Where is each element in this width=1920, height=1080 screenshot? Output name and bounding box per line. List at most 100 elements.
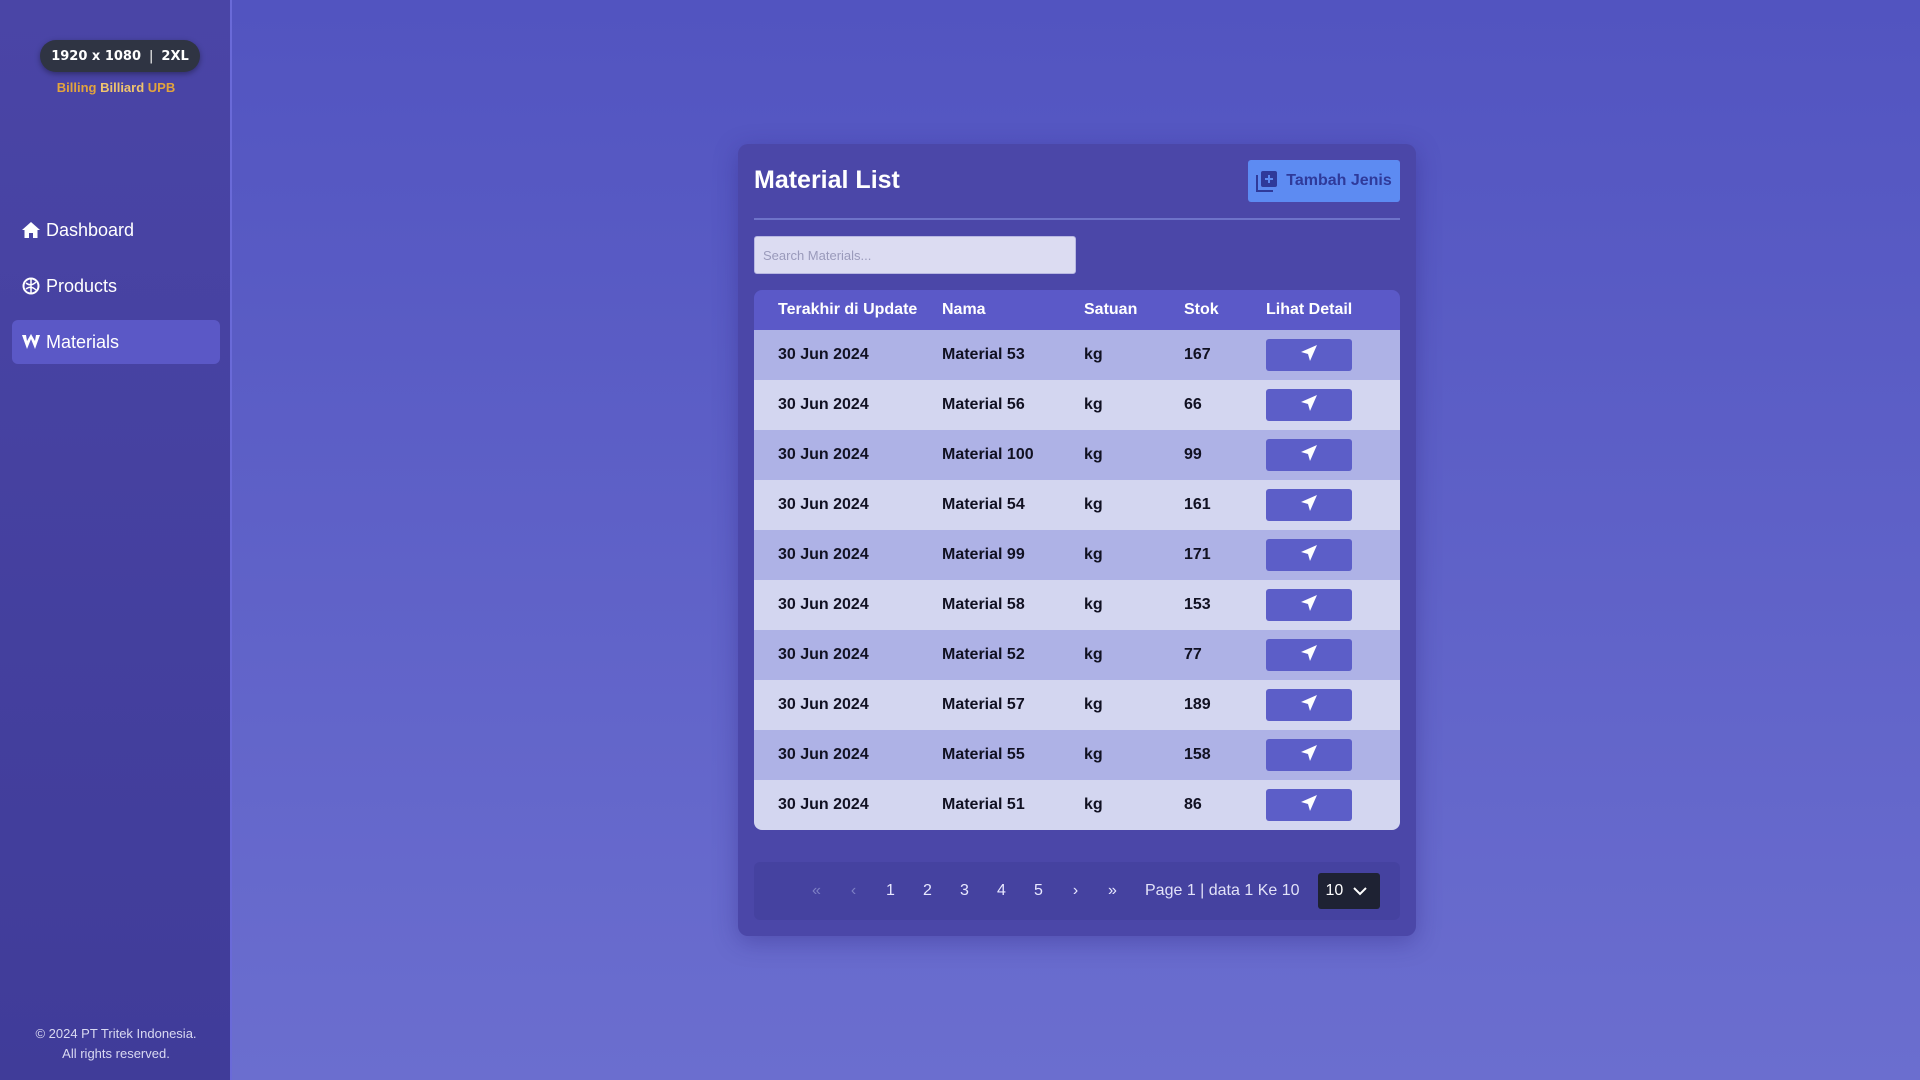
page-5-button[interactable]: 5: [1020, 882, 1057, 900]
cell-stock: 189: [1184, 696, 1211, 713]
sidebar-item-label: Dashboard: [46, 219, 135, 240]
table-row: 30 Jun 2024 Material 55 kg 158: [754, 730, 1400, 780]
page-4-button[interactable]: 4: [983, 882, 1020, 900]
table-row: 30 Jun 2024 Material 57 kg 189: [754, 680, 1400, 730]
column-header-unit[interactable]: Satuan: [1084, 301, 1184, 319]
brand-part-billiard: Billiard: [100, 80, 145, 95]
search-input[interactable]: [754, 236, 1076, 274]
last-page-button[interactable]: »: [1094, 882, 1131, 900]
brand-part-billing: Billing: [56, 80, 101, 95]
view-detail-button[interactable]: [1266, 689, 1352, 721]
cell-detail: [1266, 589, 1400, 621]
cell-unit: kg: [1084, 596, 1103, 613]
home-icon: [20, 219, 42, 241]
materials-table: Terakhir di Update Nama Satuan Stok Liha…: [754, 290, 1400, 830]
sidebar-item-dashboard[interactable]: Dashboard: [12, 208, 220, 252]
table-row: 30 Jun 2024 Material 53 kg 167: [754, 330, 1400, 380]
page-2-button[interactable]: 2: [909, 882, 946, 900]
cell-unit: kg: [1084, 396, 1103, 413]
table-row: 30 Jun 2024 Material 56 kg 66: [754, 380, 1400, 430]
navigate-arrow-icon: [1299, 743, 1319, 768]
rights-text: All rights reserved.: [62, 1046, 170, 1061]
view-detail-button[interactable]: [1266, 489, 1352, 521]
table-row: 30 Jun 2024 Material 58 kg 153: [754, 580, 1400, 630]
cell-detail: [1266, 789, 1400, 821]
cell-name: Material 52: [942, 646, 1025, 663]
column-header-detail: Lihat Detail: [1266, 301, 1353, 318]
sidebar: 1920 x 1080 | 2XL Billing Billiard UPB D…: [0, 0, 232, 1080]
cell-detail: [1266, 639, 1400, 671]
view-detail-button[interactable]: [1266, 639, 1352, 671]
view-detail-button[interactable]: [1266, 389, 1352, 421]
per-page-value: 10: [1325, 882, 1344, 899]
sidebar-header: 1920 x 1080 | 2XL Billing Billiard UPB: [0, 0, 232, 110]
resolution-text: 1920 x 1080: [51, 48, 142, 64]
first-page-button[interactable]: «: [798, 882, 835, 900]
breakpoint-text: 2XL: [161, 48, 189, 64]
sidebar-item-label: Products: [46, 275, 118, 296]
cell-name: Material 53: [942, 346, 1025, 363]
cell-updated: 30 Jun 2024: [778, 796, 869, 813]
page-title: Material List: [754, 166, 900, 194]
column-header-updated[interactable]: Terakhir di Update: [754, 301, 942, 319]
view-detail-button[interactable]: [1266, 539, 1352, 571]
cell-detail: [1266, 739, 1400, 771]
per-page-select[interactable]: 10: [1317, 873, 1380, 909]
navigate-arrow-icon: [1299, 393, 1319, 418]
add-type-button[interactable]: Tambah Jenis: [1248, 160, 1400, 202]
cell-stock: 171: [1184, 546, 1211, 563]
sidebar-item-materials[interactable]: Materials: [12, 320, 220, 364]
cell-stock: 161: [1184, 496, 1211, 513]
add-type-label: Tambah Jenis: [1286, 172, 1392, 189]
cell-updated: 30 Jun 2024: [778, 346, 869, 363]
materials-icon: [20, 331, 42, 353]
table-row: 30 Jun 2024 Material 100 kg 99: [754, 430, 1400, 480]
cell-stock: 66: [1184, 396, 1202, 413]
table-row: 30 Jun 2024 Material 99 kg 171: [754, 530, 1400, 580]
cell-name: Material 57: [942, 696, 1025, 713]
cell-detail: [1266, 489, 1400, 521]
sidebar-item-label: Materials: [46, 331, 120, 352]
cell-unit: kg: [1084, 546, 1103, 563]
cell-stock: 167: [1184, 346, 1211, 363]
sidebar-item-products[interactable]: Products: [12, 264, 220, 308]
cell-updated: 30 Jun 2024: [778, 646, 869, 663]
screen-size-badge: 1920 x 1080 | 2XL: [40, 40, 200, 72]
view-detail-button[interactable]: [1266, 439, 1352, 471]
cell-name: Material 99: [942, 546, 1025, 563]
page-1-button[interactable]: 1: [872, 882, 909, 900]
cell-name: Material 54: [942, 496, 1025, 513]
page-3-button[interactable]: 3: [946, 882, 983, 900]
view-detail-button[interactable]: [1266, 789, 1352, 821]
pagination: « ‹ 1 2 3 4 5 › » Page 1 | data 1 Ke 10 …: [754, 862, 1400, 920]
cell-stock: 153: [1184, 596, 1211, 613]
navigate-arrow-icon: [1299, 493, 1319, 518]
view-detail-button[interactable]: [1266, 589, 1352, 621]
cell-stock: 158: [1184, 746, 1211, 763]
cell-unit: kg: [1084, 796, 1103, 813]
column-header-name[interactable]: Nama: [942, 301, 1084, 319]
view-detail-button[interactable]: [1266, 339, 1352, 371]
cell-updated: 30 Jun 2024: [778, 546, 869, 563]
cell-unit: kg: [1084, 696, 1103, 713]
navigate-arrow-icon: [1299, 343, 1319, 368]
table-row: 30 Jun 2024 Material 54 kg 161: [754, 480, 1400, 530]
cell-name: Material 58: [942, 596, 1025, 613]
prev-page-button[interactable]: ‹: [835, 882, 872, 900]
navigate-arrow-icon: [1299, 793, 1319, 818]
view-detail-button[interactable]: [1266, 739, 1352, 771]
column-header-stock[interactable]: Stok: [1184, 301, 1266, 319]
cell-updated: 30 Jun 2024: [778, 396, 869, 413]
cell-unit: kg: [1084, 746, 1103, 763]
cell-name: Material 56: [942, 396, 1025, 413]
products-icon: [20, 275, 42, 297]
cell-stock: 77: [1184, 646, 1202, 663]
next-page-button[interactable]: ›: [1057, 882, 1094, 900]
cell-name: Material 100: [942, 446, 1034, 463]
brand-logo-text: Billing Billiard UPB: [0, 80, 232, 95]
cell-unit: kg: [1084, 346, 1103, 363]
cell-updated: 30 Jun 2024: [778, 446, 869, 463]
table-body: 30 Jun 2024 Material 53 kg 167 30 Jun 2024 Ma…: [754, 330, 1400, 830]
navigate-arrow-icon: [1299, 443, 1319, 468]
table-header: Terakhir di Update Nama Satuan Stok Liha…: [754, 290, 1400, 330]
